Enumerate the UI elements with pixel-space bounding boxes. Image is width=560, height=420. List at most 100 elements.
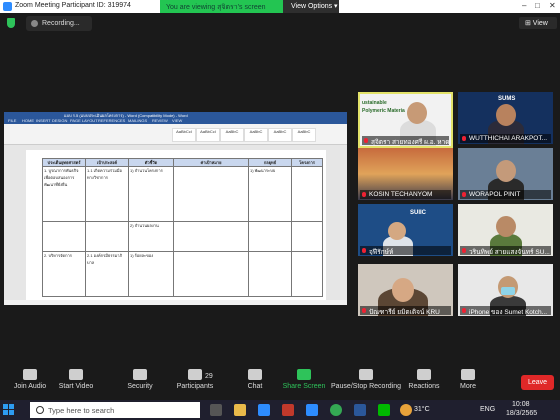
participant-name-bar: จุฬีรักษ์ห์ — [360, 246, 451, 255]
tile-banner-text: ustainable — [362, 100, 387, 106]
headphones-icon — [23, 369, 37, 380]
table-cell: 2. บริหารจัดการ — [42, 251, 86, 297]
table-cell: 1) ร้อยละของ — [128, 251, 174, 297]
participant-name-bar: ปัณฑารีย์ ยมิตเติจน์ KRU — [360, 306, 451, 315]
word-taskbar-icon[interactable] — [354, 404, 366, 416]
participant-tile[interactable]: SUMS WUTTHICHAI ARAKPOT... — [458, 92, 553, 144]
table-cell: 2) จำนวนผลงาน — [128, 221, 174, 252]
style-heading1[interactable]: AaBbC — [220, 128, 244, 142]
participant-tile[interactable]: ustainable Polymeric Materia สุจิตรา สาย… — [358, 92, 453, 148]
maximize-icon[interactable]: □ — [535, 1, 540, 10]
chrome-icon[interactable] — [330, 404, 342, 416]
window-title: Zoom Meeting Participant ID: 319974 — [15, 2, 131, 9]
line-icon[interactable] — [378, 404, 390, 416]
share-screen-button[interactable]: Share Screen — [274, 369, 334, 390]
more-dots-icon — [461, 369, 475, 380]
viewing-banner: You are viewing สุจิตรา's screen — [160, 0, 283, 13]
participants-icon — [188, 369, 202, 380]
security-label: Security — [127, 383, 153, 390]
viewing-text: You are viewing สุจิตรา's screen — [166, 4, 266, 11]
powerpoint-icon[interactable] — [282, 404, 294, 416]
smiley-icon — [417, 369, 431, 380]
word-tab[interactable]: FILE — [8, 118, 16, 123]
word-tab[interactable]: DESIGN — [52, 118, 67, 123]
person-face — [407, 102, 427, 124]
participant-name-bar: iPhone ของ Sumet Kotch... — [460, 306, 551, 315]
temperature-readout[interactable]: 31°C — [414, 406, 430, 413]
word-ribbon: AaBbCcI AaBbCcI AaBbC AaBbC AaBbC AaBbC — [4, 124, 347, 145]
mic-muted-icon — [462, 192, 466, 197]
participant-tile[interactable]: WORAPOL PINIT — [458, 148, 553, 200]
recording-indicator[interactable]: Recording... — [26, 16, 92, 31]
security-shield-icon — [133, 369, 147, 380]
table-row: 2) จำนวนผลงาน — [42, 221, 323, 252]
word-tab[interactable]: REFERENCES — [98, 118, 125, 123]
search-icon — [36, 406, 44, 414]
task-view-icon[interactable] — [210, 404, 222, 416]
clock-time[interactable]: 10:08 — [512, 401, 530, 408]
share-screen-icon — [297, 369, 311, 380]
chat-bubble-icon — [248, 369, 262, 380]
style-heading2[interactable]: AaBbC — [244, 128, 268, 142]
style-normal[interactable]: AaBbCcI — [172, 128, 196, 142]
participant-tile[interactable]: SUIIC จุฬีรักษ์ห์ — [358, 204, 453, 256]
table-row: 1. บูรณาการพันธกิจ เพื่อตอบสนองการพัฒนาท… — [42, 166, 323, 222]
table-header: ค่าเป้าหมาย — [173, 158, 249, 167]
table-header: โครงการ — [291, 158, 323, 167]
weather-icon[interactable] — [400, 404, 412, 416]
minimize-icon[interactable]: – — [522, 1, 526, 10]
view-button[interactable]: ⊞ View — [519, 17, 557, 29]
windows-start-icon[interactable] — [3, 404, 15, 416]
zoom-taskbar-icon[interactable] — [306, 404, 318, 416]
participant-name-bar: KOSIN TECHANYOM — [360, 190, 451, 199]
table-cell — [291, 221, 323, 252]
word-tab[interactable]: INSERT — [36, 118, 51, 123]
table-cell — [291, 166, 323, 222]
file-explorer-icon[interactable] — [234, 404, 246, 416]
start-video-button[interactable]: Start Video — [46, 369, 106, 390]
view-options-label: View Options ▾ — [291, 3, 338, 10]
table-cell — [248, 221, 292, 252]
shared-screen[interactable]: แบบ ร.5 (แบบประเมินผลโครงการ) - Word (Co… — [4, 112, 347, 305]
table-cell: 1.1 เกิดความร่วมมือทางวิชาการ — [85, 166, 129, 222]
participant-tile[interactable]: ปัณฑารีย์ ยมิตเติจน์ KRU — [358, 264, 453, 316]
participant-name-bar: WORAPOL PINIT — [460, 190, 551, 199]
taskbar-search-box[interactable]: Type here to search — [30, 402, 200, 418]
participant-name-bar: วรินทิพย์ สายแสงจันทร์ SU... — [460, 246, 551, 255]
participant-tile[interactable]: วรินทิพย์ สายแสงจันทร์ SU... — [458, 204, 553, 256]
style-no-spacing[interactable]: AaBbCcI — [196, 128, 220, 142]
zoom-logo-icon — [3, 2, 12, 11]
word-tab[interactable]: PAGE LAYOUT — [70, 118, 98, 123]
participants-button[interactable]: Participants — [165, 369, 225, 390]
clock-date[interactable]: 18/3/2565 — [506, 410, 537, 417]
edge-icon[interactable] — [258, 404, 270, 416]
view-options-button[interactable]: View Options ▾ — [283, 0, 339, 13]
mic-muted-icon — [362, 248, 366, 253]
participants-count: 29 — [205, 373, 213, 380]
table-header: เป้าประสงค์ — [85, 158, 129, 167]
participant-name: ปัณฑารีย์ ยมิตเติจน์ KRU — [369, 309, 440, 315]
more-label: More — [460, 383, 476, 390]
word-tab[interactable]: HOME — [22, 118, 34, 123]
style-subtitle[interactable]: AaBbC — [292, 128, 316, 142]
more-button[interactable]: More — [438, 369, 498, 390]
participant-tile[interactable]: iPhone ของ Sumet Kotch... — [458, 264, 553, 316]
word-document-area: ประเด็นยุทธศาสตร์ เป้าประสงค์ ตัวชี้วัด … — [4, 145, 347, 305]
leave-button[interactable]: Leave — [521, 375, 554, 390]
close-icon[interactable]: ✕ — [549, 1, 556, 10]
person-face — [392, 278, 414, 302]
word-status-bar — [4, 300, 347, 305]
table-header: กลยุทธ์ — [248, 158, 292, 167]
security-button[interactable]: Security — [110, 369, 170, 390]
participant-tile[interactable]: KOSIN TECHANYOM — [358, 148, 453, 200]
style-title[interactable]: AaBbC — [268, 128, 292, 142]
tile-banner-text: Polymeric Materia — [362, 108, 405, 114]
language-indicator[interactable]: ENG — [480, 406, 495, 413]
word-tab[interactable]: MAILINGS — [128, 118, 147, 123]
mic-muted-icon — [364, 138, 368, 143]
security-shield-icon[interactable] — [7, 18, 15, 28]
word-tab[interactable]: VIEW — [172, 118, 182, 123]
participants-label: Participants — [176, 383, 214, 390]
word-tab[interactable]: REVIEW — [152, 118, 168, 123]
view-label: ⊞ View — [525, 20, 548, 27]
